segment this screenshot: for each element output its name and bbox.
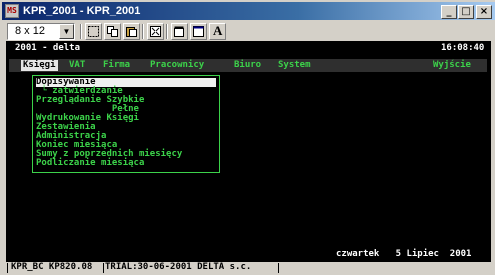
ksiegi-dropdown-menu: Dopisywanie └ zatwierdzanie Przeglądanie… [32, 75, 220, 173]
chevron-down-icon[interactable]: ▼ [59, 24, 74, 39]
status-bar: KPR_BC KP820.08 TRIAL:30-06-2001 DELTA s… [6, 262, 491, 274]
app-window: MS KPR_2001 - KPR_2001 _ □ × 8 x 12 ▼ A … [0, 0, 495, 275]
menu-firma[interactable]: Firma [103, 61, 130, 70]
status-divider [7, 263, 8, 273]
status-license: TRIAL:30-06-2001 DELTA s.c. [105, 262, 252, 272]
status-divider [278, 263, 279, 273]
fullscreen-button[interactable] [147, 23, 164, 40]
console-screen[interactable]: 2001 - delta 16:08:40 Księgi VAT Firma P… [6, 41, 491, 262]
font-size-select[interactable]: 8 x 12 ▼ [7, 23, 75, 40]
status-program: KPR_BC KP820.08 [11, 262, 93, 272]
menu-vat[interactable]: VAT [69, 61, 85, 70]
minimize-button[interactable]: _ [441, 5, 457, 19]
window-icon [193, 26, 204, 37]
menu-pracownicy[interactable]: Pracownicy [150, 61, 204, 70]
font-icon: A [213, 23, 223, 38]
toolbar-separator [142, 24, 144, 39]
menu-item-podliczanie[interactable]: Podliczanie miesiąca [36, 159, 144, 168]
toolbar: 8 x 12 ▼ A [2, 21, 495, 41]
fullscreen-icon [150, 26, 161, 37]
menu-ksiegi[interactable]: Księgi [21, 60, 58, 71]
paste-icon [126, 27, 137, 37]
properties-button[interactable] [171, 23, 188, 40]
toolbar-separator [80, 24, 82, 39]
status-divider [103, 263, 104, 273]
selection-icon [88, 26, 99, 37]
app-icon[interactable]: MS [5, 4, 19, 18]
paste-button[interactable] [123, 23, 140, 40]
company-header: 2001 - delta [15, 43, 81, 53]
close-button[interactable]: × [476, 5, 492, 19]
copy-button[interactable] [104, 23, 121, 40]
clock: 16:08:40 [441, 43, 485, 53]
window-title: KPR_2001 - KPR_2001 [23, 5, 141, 17]
background-button[interactable] [190, 23, 207, 40]
menu-system[interactable]: System [278, 61, 311, 70]
font-button[interactable]: A [209, 23, 226, 40]
properties-icon [174, 26, 184, 37]
title-bar[interactable]: MS KPR_2001 - KPR_2001 _ □ × [2, 2, 495, 20]
maximize-button[interactable]: □ [458, 5, 474, 19]
menu-wyjscie[interactable]: Wyjście [433, 61, 471, 70]
mark-button[interactable] [85, 23, 102, 40]
toolbar-separator [166, 24, 168, 39]
font-size-value: 8 x 12 [15, 25, 45, 37]
copy-icon [107, 26, 118, 37]
main-menu-bar: Księgi VAT Firma Pracownicy Biuro System… [9, 59, 487, 72]
date-display: czwartek 5 Lipiec 2001 [336, 249, 472, 259]
menu-biuro[interactable]: Biuro [234, 61, 261, 70]
